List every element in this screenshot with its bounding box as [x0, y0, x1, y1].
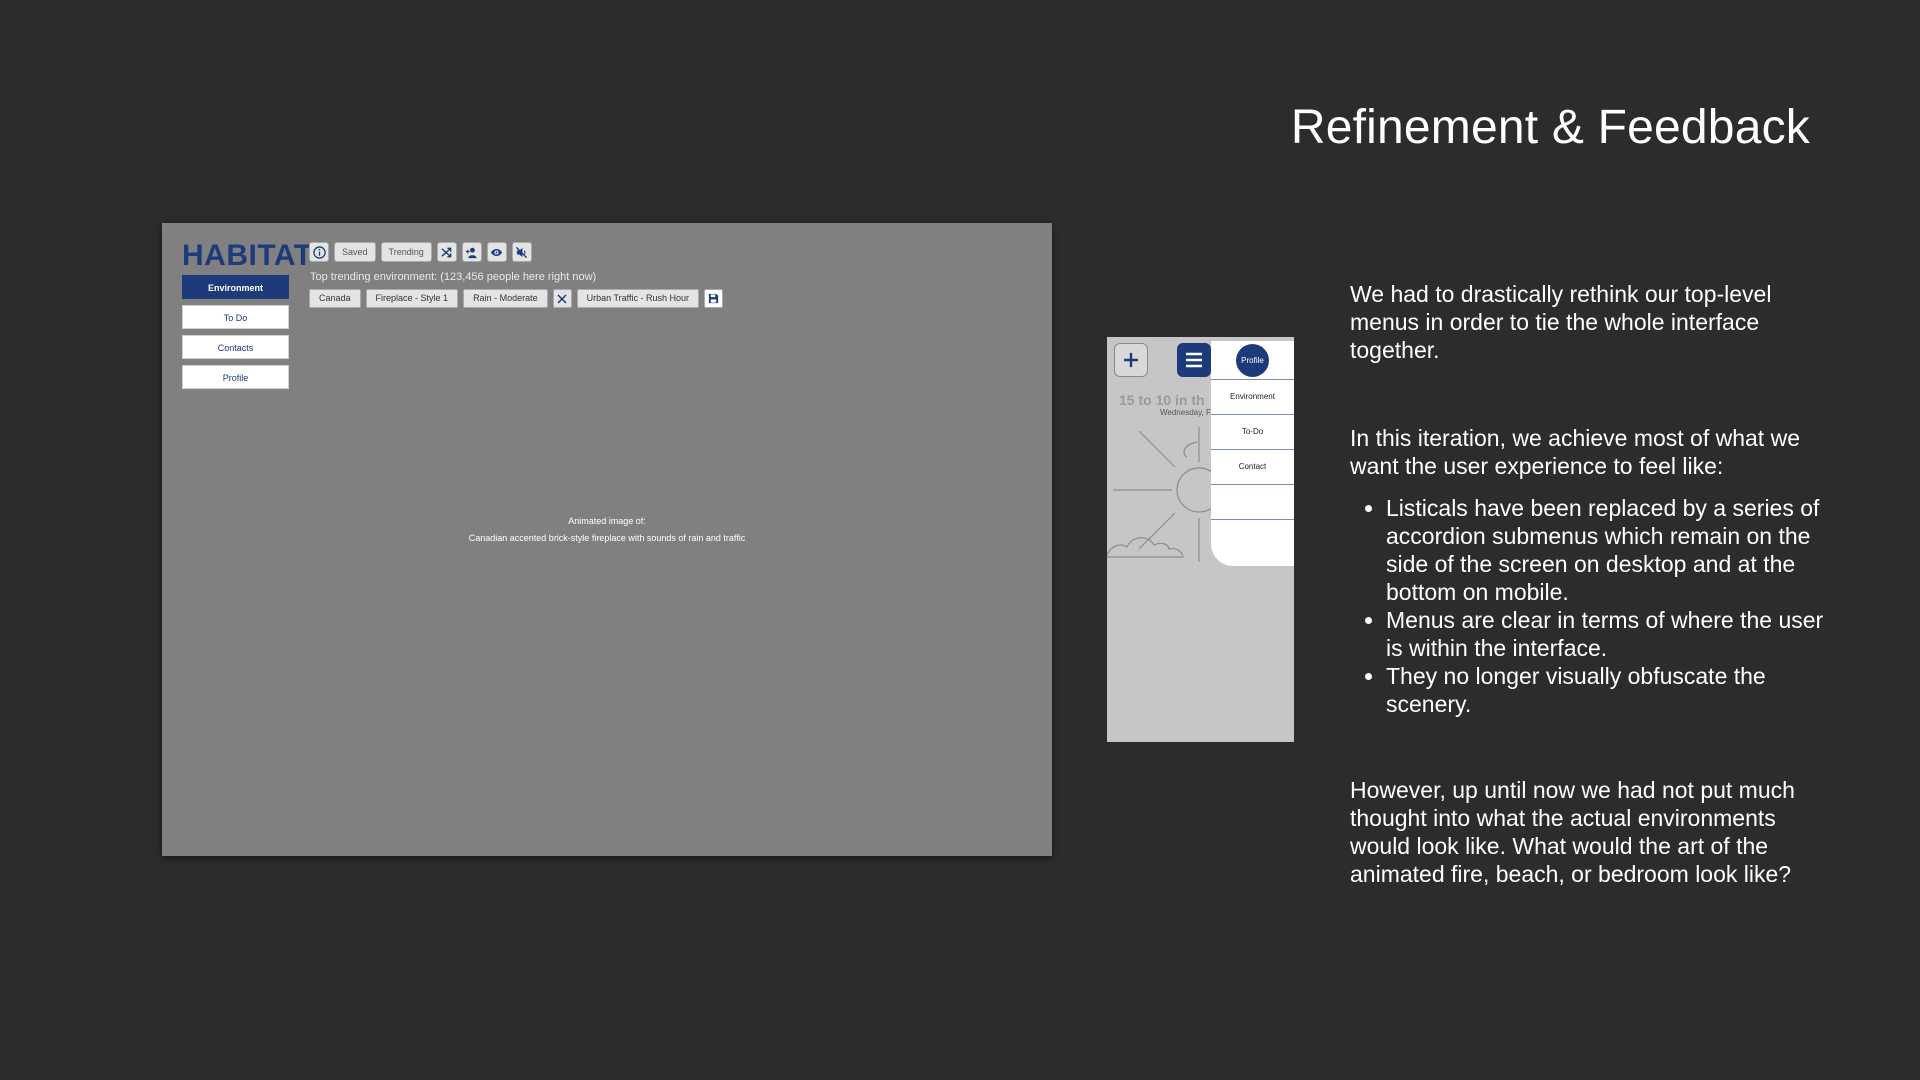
- animation-placeholder: Animated image of: Canadian accented bri…: [162, 513, 1052, 547]
- plus-icon: [1124, 353, 1138, 367]
- slide-notes: We had to drastically rethink our top-le…: [1350, 280, 1840, 888]
- desktop-mockup: HABITAT Environment To Do Contacts Profi…: [162, 223, 1052, 856]
- side-menu: Environment To Do Contacts Profile: [182, 275, 289, 395]
- habitat-logo: HABITAT: [182, 239, 313, 272]
- side-menu-environment[interactable]: Environment: [182, 275, 289, 299]
- chip-traffic[interactable]: Urban Traffic - Rush Hour: [576, 289, 699, 308]
- chip-fireplace[interactable]: Fireplace - Style 1: [365, 289, 459, 308]
- mute-icon: [516, 246, 528, 258]
- environment-chips: Canada Fireplace - Style 1 Rain - Modera…: [309, 289, 723, 308]
- paragraph-environments: However, up until now we had not put muc…: [1350, 777, 1795, 887]
- add-user-button[interactable]: [461, 242, 482, 262]
- toolbar: Saved Trending: [309, 242, 532, 262]
- bullet-accordion: Listicals have been replaced by a series…: [1386, 494, 1840, 606]
- side-menu-profile[interactable]: Profile: [182, 365, 289, 389]
- mobile-menu-to-do[interactable]: To-Do: [1211, 414, 1294, 448]
- bullet-menus-clear: Menus are clear in terms of where the us…: [1386, 606, 1840, 662]
- mobile-headline: 15 to 10 in th: [1119, 392, 1205, 408]
- save-environment-button[interactable]: [703, 289, 723, 308]
- hamburger-icon: [1186, 352, 1202, 368]
- add-user-icon: [466, 247, 477, 258]
- bullet-list: Listicals have been replaced by a series…: [1350, 494, 1840, 718]
- remove-chip-button[interactable]: [552, 289, 572, 308]
- animation-caption-heading: Animated image of:: [568, 516, 646, 526]
- paragraph-menus: We had to drastically rethink our top-le…: [1350, 281, 1772, 363]
- mobile-menu-empty-1[interactable]: [1211, 484, 1294, 518]
- mobile-menu-environment[interactable]: Environment: [1211, 379, 1294, 413]
- save-icon: [708, 293, 719, 304]
- info-icon: [312, 245, 326, 259]
- chip-location[interactable]: Canada: [309, 289, 361, 308]
- trending-button[interactable]: Trending: [380, 242, 432, 262]
- menu-button[interactable]: [1177, 343, 1211, 377]
- mobile-mockup: 15 to 10 in th Wednesday, F Profile Envi…: [1107, 337, 1294, 742]
- shuffle-button[interactable]: [436, 242, 457, 262]
- view-button[interactable]: [486, 242, 507, 262]
- mobile-menu-panel: Profile Environment To-Do Contact: [1211, 341, 1294, 566]
- profile-button[interactable]: Profile: [1236, 344, 1269, 377]
- shuffle-icon: [441, 247, 452, 257]
- animation-caption-description: Canadian accented brick-style fireplace …: [468, 533, 746, 543]
- add-button[interactable]: [1114, 343, 1148, 377]
- saved-button[interactable]: Saved: [334, 242, 376, 262]
- close-icon: [557, 293, 567, 304]
- chip-rain[interactable]: Rain - Moderate: [463, 289, 548, 308]
- mobile-subline: Wednesday, F: [1160, 408, 1211, 417]
- side-menu-to-do[interactable]: To Do: [182, 305, 289, 329]
- mute-button[interactable]: [511, 242, 532, 262]
- info-button[interactable]: [309, 242, 329, 262]
- mobile-menu-contact[interactable]: Contact: [1211, 449, 1294, 483]
- bullet-no-obfuscation: They no longer visually obfuscate the sc…: [1386, 662, 1840, 718]
- eye-icon: [491, 248, 503, 256]
- paragraph-iteration: In this iteration, we achieve most of wh…: [1350, 425, 1800, 479]
- slide-title: Refinement & Feedback: [1290, 101, 1810, 154]
- mobile-menu-empty-2[interactable]: [1211, 519, 1294, 553]
- trending-status: Top trending environment: (123,456 peopl…: [310, 271, 597, 283]
- side-menu-contacts[interactable]: Contacts: [182, 335, 289, 359]
